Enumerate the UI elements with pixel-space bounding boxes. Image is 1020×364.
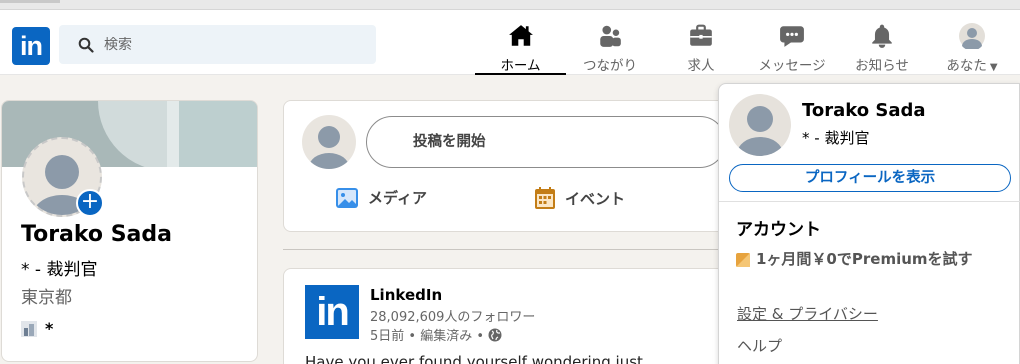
media-label: メディア (368, 189, 427, 207)
nav-home-label: ホーム (500, 58, 541, 74)
search-icon (78, 37, 94, 53)
media-button[interactable]: メディア (336, 187, 427, 208)
message-icon (780, 26, 804, 47)
view-profile-button[interactable]: プロフィールを表示 (729, 164, 1011, 192)
dropdown-headline: * - 裁判官 (802, 129, 870, 147)
search-input[interactable] (104, 36, 354, 53)
feed-sort-divider (283, 249, 723, 250)
dropdown-name: Torako Sada (802, 100, 926, 121)
home-icon (508, 25, 533, 46)
nav-network[interactable]: つながり (570, 20, 650, 75)
nav-jobs-label: 求人 (687, 58, 715, 74)
profile-card: + Torako Sada * - 裁判官 東京都 * (1, 100, 258, 362)
settings-privacy-link[interactable]: 設定 & プライバシー (737, 303, 878, 324)
profile-headline: * - 裁判官 (21, 260, 98, 280)
dropdown-avatar[interactable] (729, 94, 791, 156)
event-button[interactable]: イベント (535, 187, 625, 209)
people-icon (600, 25, 621, 47)
nav-jobs[interactable]: 求人 (665, 20, 737, 75)
globe-icon (488, 328, 502, 341)
feed-post: in LinkedIn 28,092,609人のフォロワー 5日前 • 編集済み… (283, 268, 743, 364)
profile-name[interactable]: Torako Sada (21, 222, 172, 247)
nav-notifications-label: お知らせ (855, 58, 909, 74)
me-dropdown-menu: Torako Sada * - 裁判官 プロフィールを表示 アカウント 1ヶ月間… (718, 83, 1020, 364)
nav-messaging-label: メッセージ (758, 58, 826, 74)
company-icon (21, 320, 37, 337)
help-link[interactable]: ヘルプ (737, 335, 782, 356)
chevron-down-icon: ▼ (989, 62, 998, 73)
feed-author-followers: 28,092,609人のフォロワー (370, 310, 536, 325)
feed-post-text: Have you ever found yourself wondering j… (305, 353, 643, 364)
nav-me[interactable]: あなた ▼ (936, 20, 1008, 75)
avatar-silhouette-icon (737, 106, 783, 156)
profile-location: 東京都 (21, 288, 72, 308)
linkedin-logo[interactable]: in (12, 27, 50, 65)
profile-company-name: * (45, 319, 54, 338)
briefcase-icon (690, 24, 712, 46)
composer-avatar[interactable] (302, 115, 356, 169)
nav-network-label: つながり (583, 58, 637, 74)
start-post-button[interactable]: 投稿を開始 (366, 116, 726, 168)
feed-author-logo[interactable]: in (305, 285, 359, 339)
account-section-heading: アカウント (736, 220, 821, 240)
profile-company[interactable]: * (21, 319, 53, 338)
nav-notifications[interactable]: お知らせ (848, 20, 916, 75)
image-icon (336, 187, 358, 208)
search-box[interactable] (59, 25, 376, 64)
try-premium-label: 1ヶ月間￥0でPremiumを試す (756, 250, 973, 268)
post-composer: 投稿を開始 メディア イベント (283, 100, 743, 232)
nav-messaging[interactable]: メッセージ (752, 20, 832, 75)
premium-icon (736, 253, 750, 267)
nav-me-label: あなた ▼ (936, 54, 1008, 74)
bell-icon (872, 24, 892, 48)
nav-home[interactable]: ホーム (475, 20, 566, 75)
feed-post-meta: 5日前 • 編集済み • (370, 325, 502, 344)
global-nav: in ホーム つながり 求人 メッセージ お知らせ あなた▼ (0, 10, 1020, 75)
add-photo-button[interactable]: + (76, 189, 104, 217)
feed-author-name[interactable]: LinkedIn (370, 286, 442, 304)
dropdown-divider (719, 201, 1020, 202)
avatar-silhouette-icon (309, 126, 349, 169)
try-premium-link[interactable]: 1ヶ月間￥0でPremiumを試す (736, 248, 996, 270)
me-avatar-icon (959, 23, 985, 49)
calendar-icon (535, 187, 555, 209)
browser-top-strip (0, 0, 1020, 10)
feed-post-meta-text: 5日前 • 編集済み • (370, 329, 485, 344)
event-label: イベント (565, 189, 626, 208)
nav-me-text: あなた (946, 58, 987, 74)
